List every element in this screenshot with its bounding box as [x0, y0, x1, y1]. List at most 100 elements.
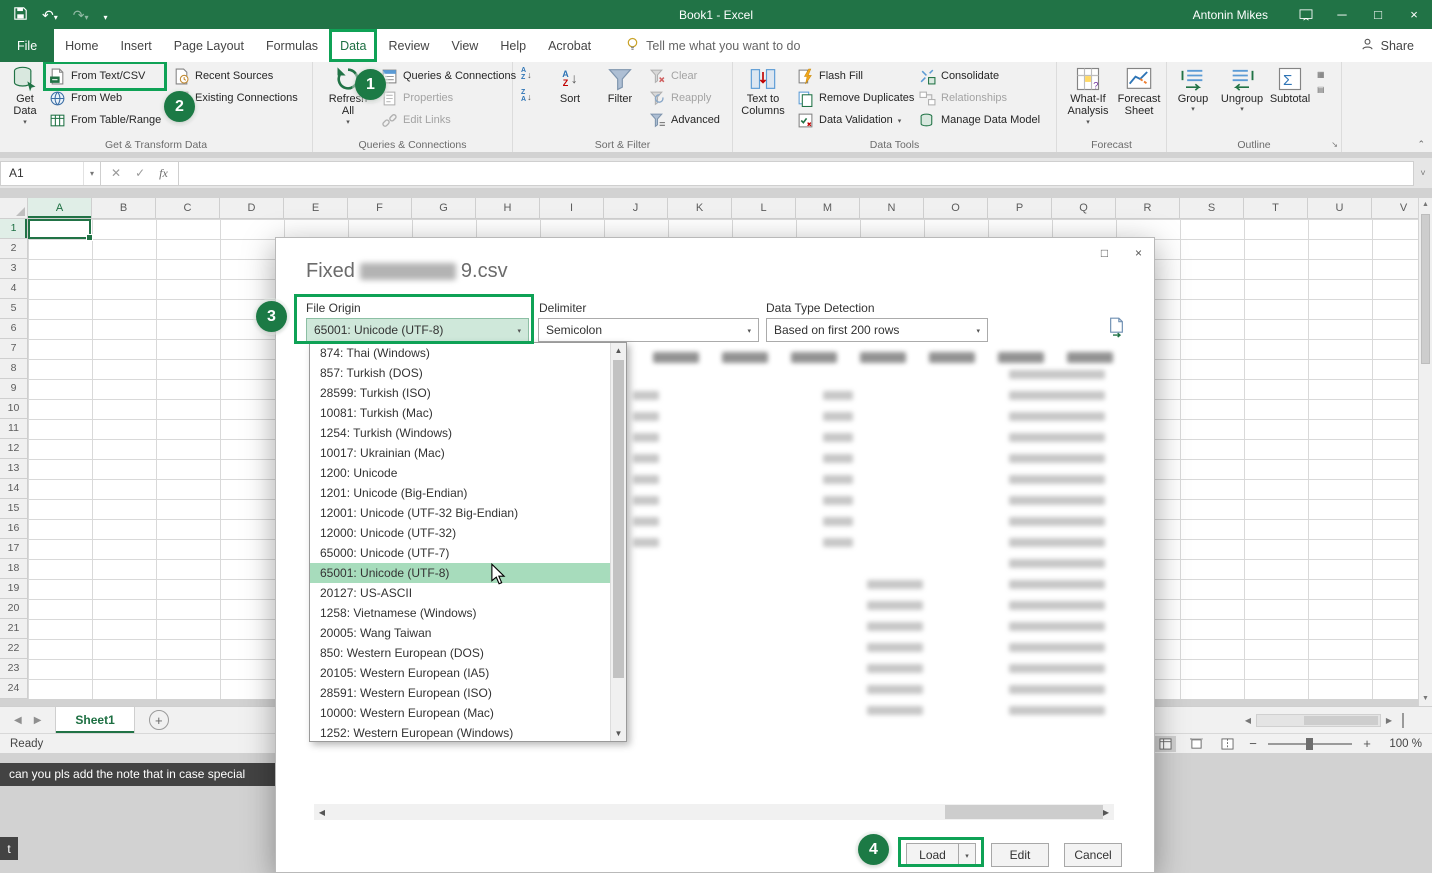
tab-insert[interactable]: Insert [110, 29, 163, 62]
row-header-18[interactable]: 18 [0, 559, 28, 579]
add-sheet-button[interactable]: + [149, 710, 169, 730]
encoding-option[interactable]: 10081: Turkish (Mac) [310, 403, 610, 423]
hide-detail-icon[interactable]: ▤ [1317, 85, 1325, 94]
ribbon-display-options-icon[interactable] [1288, 0, 1324, 29]
tab-home[interactable]: Home [54, 29, 109, 62]
delimiter-dropdown[interactable]: Semicolon▾ [538, 318, 759, 342]
normal-view-icon[interactable] [1154, 736, 1176, 752]
encoding-option[interactable]: 20105: Western European (IA5) [310, 663, 610, 683]
encoding-option[interactable]: 12000: Unicode (UTF-32) [310, 523, 610, 543]
vertical-scrollbar[interactable]: ▲ ▼ [1418, 198, 1432, 706]
insert-function-icon[interactable]: fx [159, 166, 168, 181]
listbox-scrollbar[interactable]: ▲ ▼ [610, 343, 626, 741]
selected-cell-a1[interactable] [28, 219, 91, 239]
row-header-22[interactable]: 22 [0, 639, 28, 659]
recent-sources-button[interactable]: Recent Sources [171, 65, 300, 87]
share-button[interactable]: Share [1361, 29, 1432, 62]
confirm-entry-icon[interactable]: ✓ [135, 166, 145, 180]
redo-icon[interactable]: ↷▾ [73, 8, 89, 22]
encoding-option[interactable]: 850: Western European (DOS) [310, 643, 610, 663]
ungroup-button[interactable]: Ungroup▾ [1219, 65, 1265, 114]
scroll-left-icon[interactable]: ◀ [314, 808, 330, 817]
scroll-up-icon[interactable]: ▲ [1419, 198, 1432, 212]
collapse-ribbon-button[interactable]: ⌃ [1417, 139, 1425, 150]
refresh-preview-icon[interactable] [1107, 317, 1126, 343]
encoding-option[interactable]: 12001: Unicode (UTF-32 Big-Endian) [310, 503, 610, 523]
row-header-2[interactable]: 2 [0, 239, 28, 259]
column-header-c[interactable]: C [156, 198, 220, 219]
vertical-scroll-thumb[interactable] [1421, 214, 1430, 364]
maximize-button[interactable]: □ [1360, 0, 1396, 29]
row-header-9[interactable]: 9 [0, 379, 28, 399]
scroll-left-icon[interactable]: ◀ [1240, 716, 1256, 725]
expand-formula-bar-icon[interactable]: ˅ [1414, 168, 1432, 178]
from-web-button[interactable]: From Web [47, 87, 163, 109]
clear-filter-button[interactable]: Clear [647, 65, 722, 87]
zoom-out-icon[interactable]: − [1247, 736, 1259, 751]
encoding-option[interactable]: 28591: Western European (ISO) [310, 683, 610, 703]
row-header-15[interactable]: 15 [0, 499, 28, 519]
sheet-tab-sheet1[interactable]: Sheet1 [55, 707, 134, 733]
detection-dropdown[interactable]: Based on first 200 rows▾ [766, 318, 988, 342]
row-header-13[interactable]: 13 [0, 459, 28, 479]
encoding-option[interactable]: 1254: Turkish (Windows) [310, 423, 610, 443]
tab-view[interactable]: View [440, 29, 489, 62]
tab-acrobat[interactable]: Acrobat [537, 29, 602, 62]
column-header-s[interactable]: S [1180, 198, 1244, 219]
sheet-nav-left-icon[interactable]: ◀ [14, 715, 22, 726]
cancel-button[interactable]: Cancel [1064, 843, 1122, 867]
page-break-view-icon[interactable] [1216, 736, 1238, 752]
close-button[interactable]: × [1396, 0, 1432, 29]
flash-fill-button[interactable]: Flash Fill [795, 65, 916, 87]
row-header-23[interactable]: 23 [0, 659, 28, 679]
minimize-button[interactable]: ─ [1324, 0, 1360, 29]
column-header-t[interactable]: T [1244, 198, 1308, 219]
advanced-filter-button[interactable]: Advanced [647, 109, 722, 131]
preview-horizontal-scrollbar[interactable]: ◀ ▶ [314, 804, 1114, 820]
column-header-l[interactable]: L [732, 198, 796, 219]
column-header-o[interactable]: O [924, 198, 988, 219]
column-header-p[interactable]: P [988, 198, 1052, 219]
encoding-option[interactable]: 28599: Turkish (ISO) [310, 383, 610, 403]
what-if-analysis-button[interactable]: ? What-If Analysis▾ [1063, 65, 1113, 126]
scroll-down-icon[interactable]: ▼ [1419, 692, 1432, 706]
column-header-m[interactable]: M [796, 198, 860, 219]
save-icon[interactable] [14, 7, 27, 22]
tab-help[interactable]: Help [489, 29, 537, 62]
zoom-in-icon[interactable]: + [1361, 736, 1373, 751]
sort-button[interactable]: AZ↓ Sort [549, 65, 591, 105]
encoding-option[interactable]: 1200: Unicode [310, 463, 610, 483]
row-header-10[interactable]: 10 [0, 399, 28, 419]
tab-review[interactable]: Review [377, 29, 440, 62]
encoding-option[interactable]: 1201: Unicode (Big-Endian) [310, 483, 610, 503]
sort-a-to-z-button[interactable]: AZ↓ [521, 68, 532, 81]
column-header-e[interactable]: E [284, 198, 348, 219]
forecast-sheet-button[interactable]: Forecast Sheet [1115, 65, 1163, 118]
row-header-3[interactable]: 3 [0, 259, 28, 279]
row-header-8[interactable]: 8 [0, 359, 28, 379]
filter-button[interactable]: Filter [599, 65, 641, 105]
row-header-5[interactable]: 5 [0, 299, 28, 319]
column-header-n[interactable]: N [860, 198, 924, 219]
data-validation-button[interactable]: Data Validation▾ [795, 109, 916, 131]
queries-connections-button[interactable]: Queries & Connections [379, 65, 518, 87]
column-header-k[interactable]: K [668, 198, 732, 219]
manage-data-model-button[interactable]: Manage Data Model [917, 109, 1042, 131]
encoding-option[interactable]: 857: Turkish (DOS) [310, 363, 610, 383]
encoding-option[interactable]: 1252: Western European (Windows) [310, 723, 610, 741]
row-header-16[interactable]: 16 [0, 519, 28, 539]
column-header-r[interactable]: R [1116, 198, 1180, 219]
scroll-right-icon[interactable]: ▶ [1381, 716, 1397, 725]
encoding-option[interactable]: 10017: Ukrainian (Mac) [310, 443, 610, 463]
column-header-f[interactable]: F [348, 198, 412, 219]
column-header-q[interactable]: Q [1052, 198, 1116, 219]
zoom-slider[interactable] [1268, 743, 1352, 745]
encoding-option[interactable]: 20127: US-ASCII [310, 583, 610, 603]
consolidate-button[interactable]: Consolidate [917, 65, 1042, 87]
dialog-maximize-button[interactable]: □ [1091, 243, 1118, 263]
load-split-dropdown[interactable]: ▾ [958, 843, 976, 867]
row-header-24[interactable]: 24 [0, 679, 28, 699]
reapply-filter-button[interactable]: Reapply [647, 87, 722, 109]
tab-data[interactable]: Data [329, 29, 377, 62]
cancel-entry-icon[interactable]: ✕ [111, 166, 121, 180]
